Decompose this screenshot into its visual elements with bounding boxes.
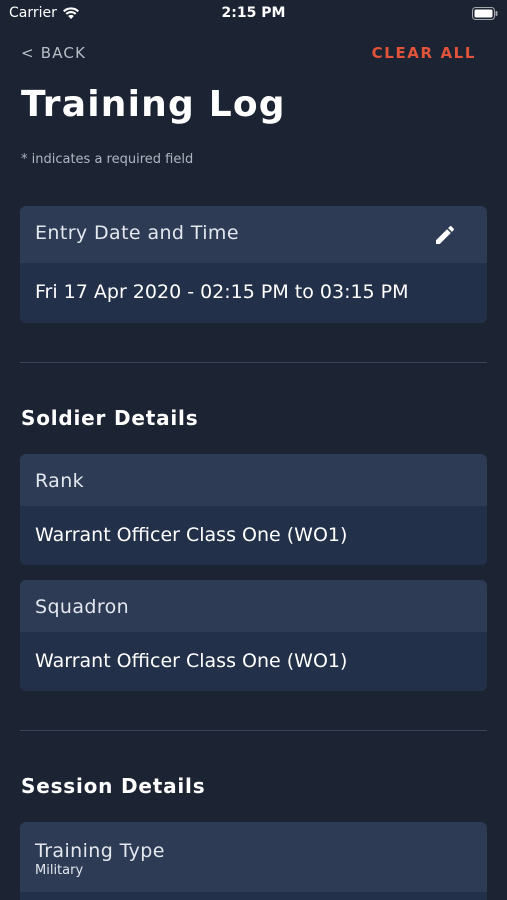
required-hint: * indicates a required field [21,152,194,167]
rank-value: Warrant Officer Class One (WO1) [35,524,348,546]
squadron-body: Warrant Officer Class One (WO1) [20,632,487,691]
rank-label: Rank [35,470,85,492]
session-details-heading: Session Details [21,774,206,798]
training-type-header: Training Type Military [20,822,487,892]
training-type-label: Training Type [35,840,165,862]
page-title: Training Log [21,84,286,125]
training-type-field[interactable]: Training Type Military [20,822,487,900]
rank-body: Warrant Officer Class One (WO1) [20,506,487,565]
entry-date-body: Fri 17 Apr 2020 - 02:15 PM to 03:15 PM [20,263,487,323]
rank-field[interactable]: Rank Warrant Officer Class One (WO1) [20,454,487,565]
clear-all-button[interactable]: CLEAR ALL [372,44,476,62]
entry-date-value: Fri 17 Apr 2020 - 02:15 PM to 03:15 PM [35,281,409,303]
status-time: 2:15 PM [221,5,286,21]
squadron-field[interactable]: Squadron Warrant Officer Class One (WO1) [20,580,487,691]
entry-date-header: Entry Date and Time [20,206,487,263]
squadron-label: Squadron [35,596,130,618]
divider [20,362,487,363]
training-type-value: Military [35,863,84,878]
soldier-details-heading: Soldier Details [21,406,199,430]
back-button[interactable]: < BACK [21,44,86,62]
divider [20,730,487,731]
rank-header: Rank [20,454,487,506]
squadron-value: Warrant Officer Class One (WO1) [35,650,348,672]
entry-date-label: Entry Date and Time [35,222,239,244]
entry-date-card[interactable]: Entry Date and Time Fri 17 Apr 2020 - 02… [20,206,487,323]
pencil-icon[interactable] [433,223,457,247]
battery-icon [472,7,498,20]
status-bar: Carrier 2:15 PM [0,0,507,28]
top-nav: < BACK CLEAR ALL [21,44,476,64]
squadron-header: Squadron [20,580,487,632]
